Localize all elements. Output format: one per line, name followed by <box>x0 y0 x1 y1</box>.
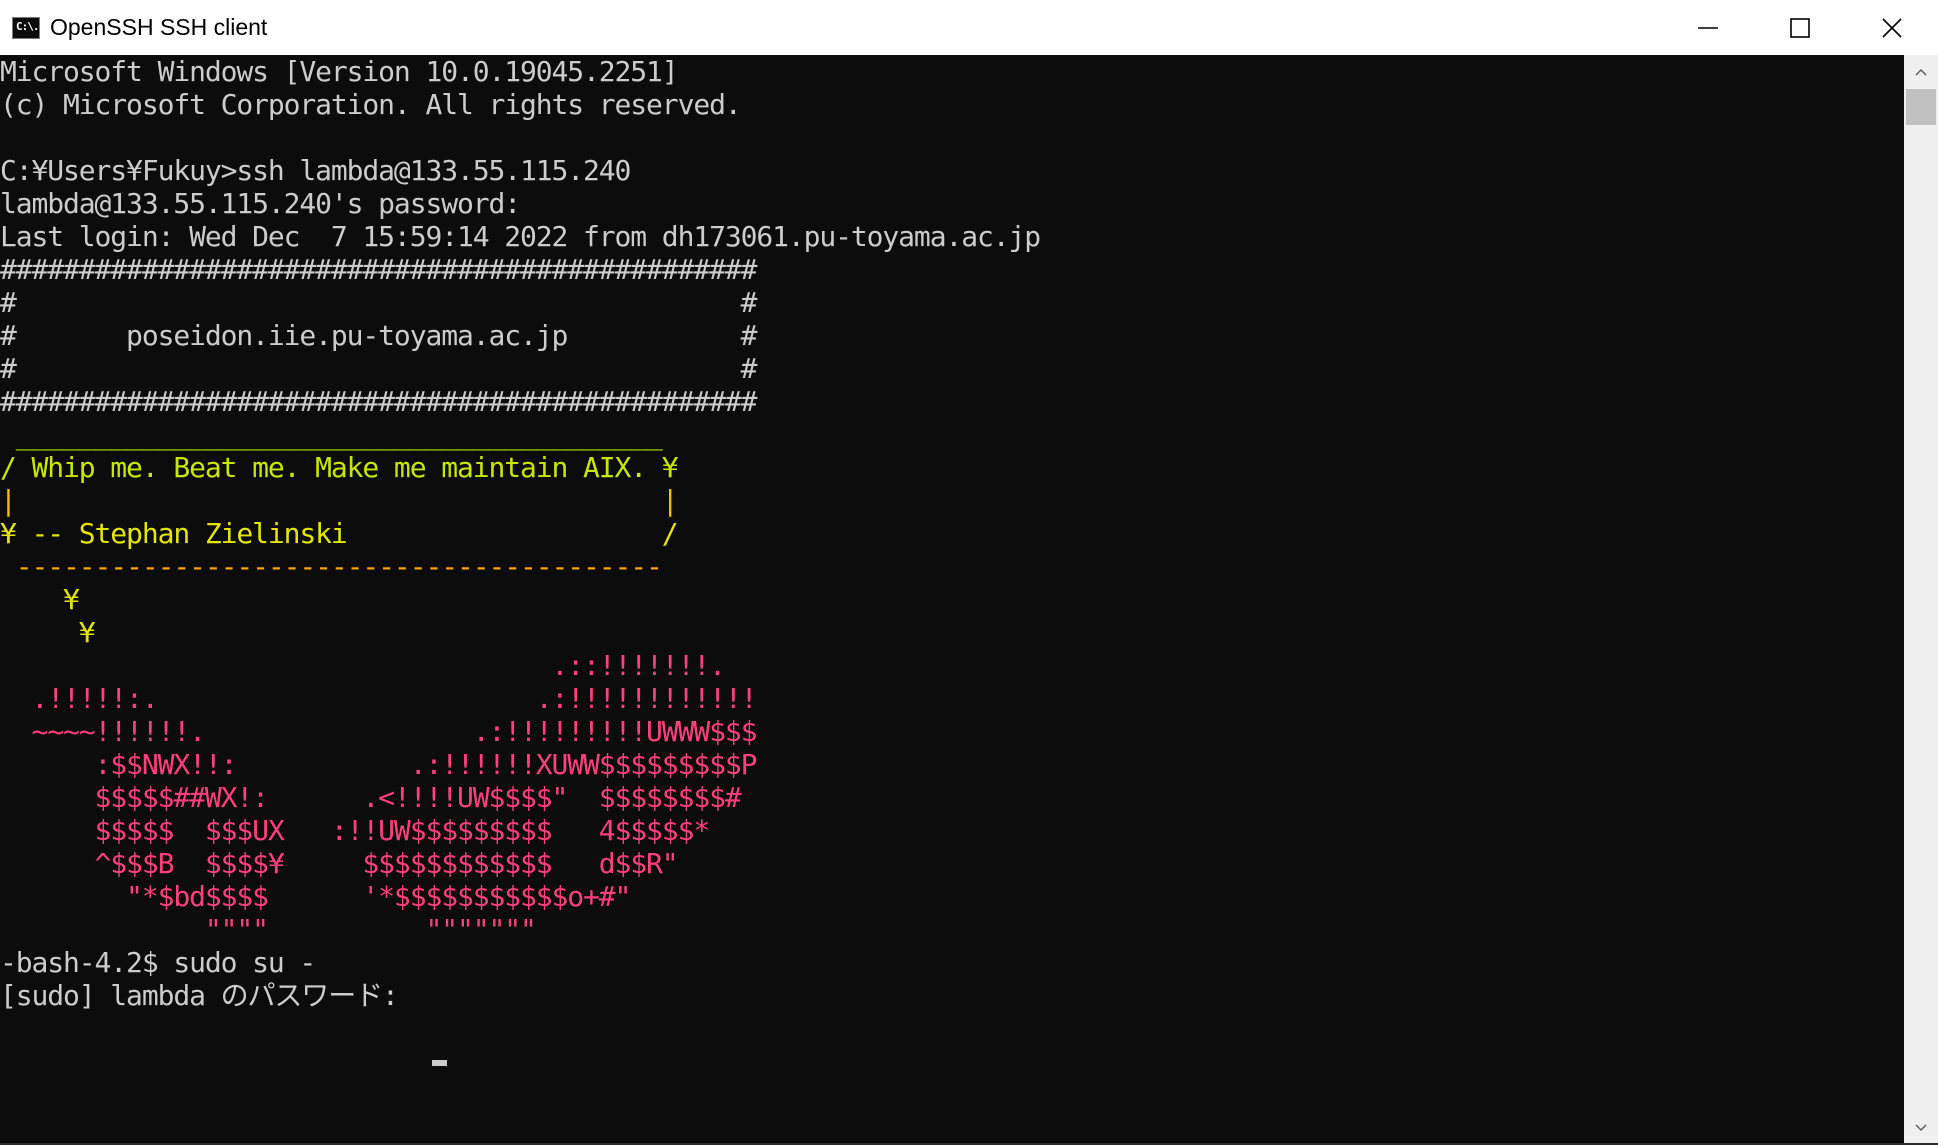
maximize-icon <box>1790 18 1810 38</box>
banner-hostname-line: # poseidon.iie.pu-toyama.ac.jp # <box>0 319 757 352</box>
ascii-art-line: :$$NWX!!: .:!!!!!!XUWW$$$$$$$$$P <box>0 748 758 781</box>
title-bar[interactable]: C:\. OpenSSH SSH client <box>0 0 1938 55</box>
terminal-line: lambda@133.55.115.240's password: <box>0 187 521 220</box>
scroll-down-button[interactable] <box>1904 1111 1938 1145</box>
minimize-icon <box>1698 27 1718 29</box>
banner-line: # # <box>0 286 757 319</box>
banner-line: # # <box>0 352 757 385</box>
ascii-art-line: ~~~~!!!!!!. .:!!!!!!!!!UWWW$$$ <box>0 715 758 748</box>
cowsay-author-line: ¥ -- Stephan Zielinski / <box>0 517 679 550</box>
cowsay-bubble-bottom: ----------------------------------------… <box>0 550 663 583</box>
minimize-button[interactable] <box>1662 0 1754 55</box>
chevron-down-icon <box>1915 1124 1927 1132</box>
scroll-thumb[interactable] <box>1906 89 1936 125</box>
text-cursor <box>432 1060 447 1066</box>
ascii-art-line: $$$$$ $$$UX :!!UW$$$$$$$$$ 4$$$$$* <box>0 814 711 847</box>
banner-border-line: ########################################… <box>0 385 757 418</box>
shell-prompt-line: -bash-4.2$ sudo su - <box>0 946 316 979</box>
window-title: OpenSSH SSH client <box>50 14 268 40</box>
ascii-art-line: ¥ <box>0 616 96 649</box>
cowsay-bubble-line: | | <box>0 484 679 517</box>
ascii-art-line: ¥ <box>0 583 80 616</box>
ascii-art-line: $$$$$##WX!: .<!!!!UW$$$$" $$$$$$$$# <box>0 781 742 814</box>
maximize-button[interactable] <box>1754 0 1846 55</box>
close-icon <box>1882 18 1902 38</box>
ascii-art-line: "*$bd$$$$ '*$$$$$$$$$$$o+#" <box>0 880 631 913</box>
ascii-art-line: .::!!!!!!!. <box>0 649 726 682</box>
ascii-art-line: ^$$$B $$$$¥ $$$$$$$$$$$$ d$$R" <box>0 847 679 880</box>
ascii-art-line: .!!!!!:. .:!!!!!!!!!!!! <box>0 682 758 715</box>
close-button[interactable] <box>1846 0 1938 55</box>
cowsay-quote-line: / Whip me. Beat me. Make me maintain AIX… <box>0 451 679 484</box>
terminal-line: Microsoft Windows [Version 10.0.19045.22… <box>0 55 679 88</box>
terminal-line: C:¥Users¥Fukuy>ssh lambda@133.55.115.240 <box>0 154 631 187</box>
terminal-output[interactable]: Microsoft Windows [Version 10.0.19045.22… <box>0 55 1904 1145</box>
banner-border-line: ########################################… <box>0 253 757 286</box>
terminal-line: (c) Microsoft Corporation. All rights re… <box>0 88 742 121</box>
scroll-up-button[interactable] <box>1904 55 1938 89</box>
chevron-up-icon <box>1915 68 1927 76</box>
ascii-art-line: """" """"""" <box>0 913 537 946</box>
console-app-icon[interactable]: C:\. <box>12 17 40 39</box>
vertical-scrollbar[interactable] <box>1904 55 1938 1145</box>
sudo-password-prompt: [sudo] lambda のパスワード: <box>0 979 399 1012</box>
cowsay-bubble-top: ________________________________________… <box>0 418 663 451</box>
terminal-line: Last login: Wed Dec 7 15:59:14 2022 from… <box>0 220 1041 253</box>
